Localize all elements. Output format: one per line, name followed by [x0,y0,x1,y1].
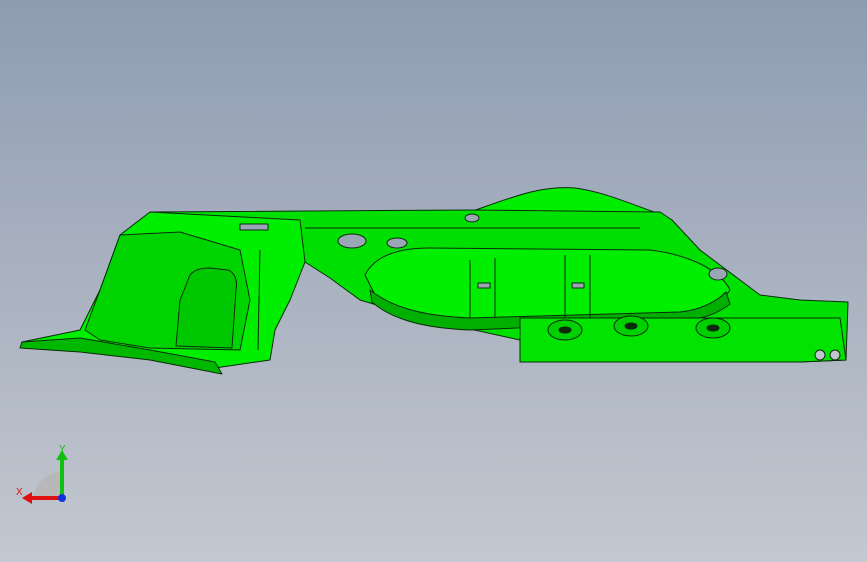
triad-plane [32,472,60,500]
part-model[interactable] [0,0,867,562]
hole [829,349,841,361]
slot [571,282,585,289]
hole [337,233,367,249]
x-axis-label: X [16,487,23,498]
x-axis-arrow [22,492,32,504]
y-axis-label: Y [59,444,66,455]
cad-viewport[interactable]: X Y [0,0,867,562]
hole [386,237,408,249]
tunnel [364,247,731,323]
hole [814,349,826,361]
hole [464,213,480,223]
slot [477,282,491,289]
z-axis-dot [58,494,66,502]
axis-triad[interactable]: X Y [12,440,76,506]
slot [239,223,269,231]
hole [708,267,728,281]
